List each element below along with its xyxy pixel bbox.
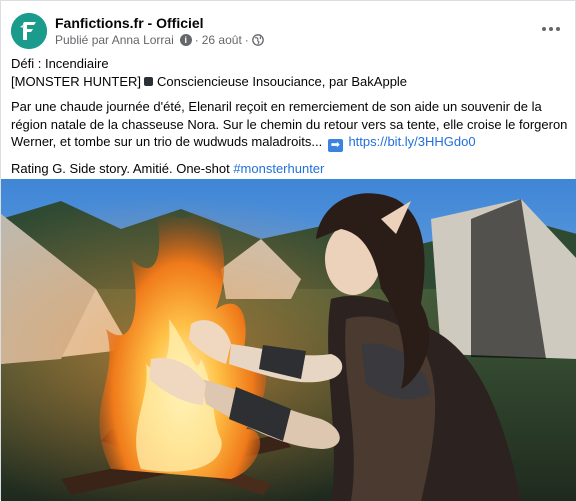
post-line-1: Défi : Incendiaire xyxy=(11,56,109,71)
more-icon-dot-3 xyxy=(556,27,560,31)
post-paragraph: Par une chaude journée d'été, Elenaril r… xyxy=(11,98,569,152)
post-rating-line: Rating G. Side story. Amitié. One-shot #… xyxy=(11,160,569,178)
meta-separator: · xyxy=(194,33,199,47)
post-card: Fanfictions.fr - Officiel Publié par Ann… xyxy=(0,0,576,501)
post-line-2-prefix: [MONSTER HUNTER] xyxy=(11,73,141,89)
post-date[interactable]: 26 août xyxy=(202,33,242,47)
published-by[interactable]: Publié par Anna Lorrai xyxy=(55,33,174,47)
rating-text: Rating G. Side story. Amitié. One-shot xyxy=(11,161,230,176)
more-icon-dot xyxy=(549,27,553,31)
post-image-illustration xyxy=(1,179,576,501)
page-name-link[interactable]: Fanfictions.fr - Officiel xyxy=(55,15,204,31)
post-image[interactable] xyxy=(1,179,576,501)
black-square-icon xyxy=(144,76,153,86)
avatar-logo-icon xyxy=(11,13,47,49)
more-icon xyxy=(542,27,546,31)
hashtag-link[interactable]: #monsterhunter xyxy=(233,161,324,176)
post-line-2-suffix: Consciencieuse Insouciance, par BakApple xyxy=(157,73,408,89)
post-line-2: [MONSTER HUNTER] Consciencieuse Insoucian… xyxy=(11,73,569,91)
page-avatar[interactable] xyxy=(11,13,47,49)
post-meta: Publié par Anna Lorrai i · 26 août · xyxy=(55,33,264,47)
arrow-right-icon: ➡ xyxy=(327,139,343,152)
post-header: Fanfictions.fr - Officiel Publié par Ann… xyxy=(11,13,567,53)
meta-separator-2: · xyxy=(244,33,249,47)
post-link[interactable]: https://bit.ly/3HHGdo0 xyxy=(348,134,475,149)
globe-icon xyxy=(251,34,264,46)
more-options-button[interactable] xyxy=(537,19,565,39)
post-body: Défi : Incendiaire [MONSTER HUNTER] Consc… xyxy=(11,55,569,186)
post-paragraph-text: Par une chaude journée d'été, Elenaril r… xyxy=(11,99,568,149)
info-icon[interactable]: i xyxy=(179,34,192,46)
